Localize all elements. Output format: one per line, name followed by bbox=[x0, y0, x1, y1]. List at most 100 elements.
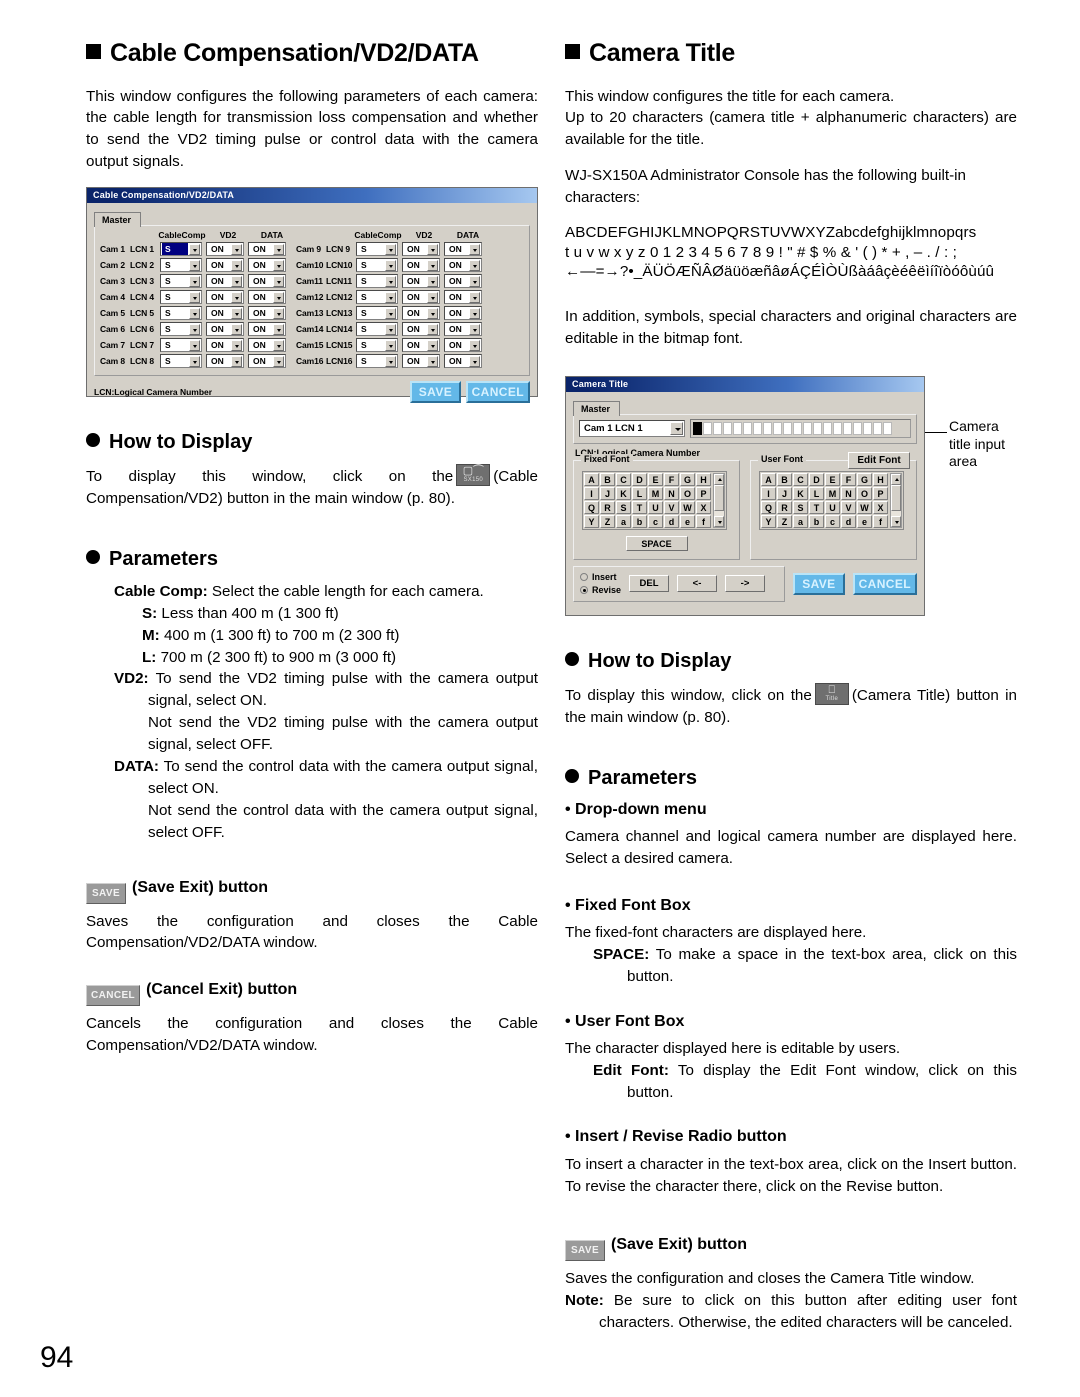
font-key[interactable]: W bbox=[680, 500, 695, 514]
chevron-down-icon[interactable] bbox=[231, 307, 242, 319]
font-key[interactable]: W bbox=[857, 500, 872, 514]
chevron-down-icon[interactable] bbox=[189, 307, 200, 319]
title-cell[interactable] bbox=[823, 421, 832, 435]
font-key[interactable]: P bbox=[696, 486, 711, 500]
font-key[interactable]: O bbox=[857, 486, 872, 500]
chevron-down-icon[interactable] bbox=[385, 259, 396, 271]
font-key[interactable]: A bbox=[584, 472, 599, 486]
chevron-down-icon[interactable] bbox=[469, 259, 480, 271]
dropdown[interactable]: S bbox=[160, 338, 202, 353]
dropdown[interactable]: ON bbox=[444, 242, 482, 257]
chevron-down-icon[interactable] bbox=[427, 355, 438, 367]
scroll-down-icon-2[interactable] bbox=[891, 515, 901, 527]
dropdown[interactable]: ON bbox=[206, 258, 244, 273]
title-cell[interactable] bbox=[693, 421, 702, 435]
chevron-down-icon[interactable] bbox=[385, 291, 396, 303]
chevron-down-icon[interactable] bbox=[231, 291, 242, 303]
scroll-thumb[interactable] bbox=[714, 484, 724, 511]
dropdown[interactable]: ON bbox=[444, 274, 482, 289]
dropdown[interactable]: ON bbox=[206, 354, 244, 369]
chevron-down-icon[interactable] bbox=[427, 259, 438, 271]
font-key[interactable]: L bbox=[632, 486, 647, 500]
title-cell[interactable] bbox=[763, 421, 772, 435]
font-key[interactable]: a bbox=[616, 514, 631, 528]
font-key[interactable]: O bbox=[680, 486, 695, 500]
cancel-button[interactable]: CANCEL bbox=[465, 381, 530, 404]
font-key[interactable]: e bbox=[680, 514, 695, 528]
chevron-down-icon[interactable] bbox=[273, 243, 284, 255]
fixed-font-keys[interactable]: ABCDEFGH IJKLMNOP QRSTUVWX YZabcdef bbox=[584, 472, 711, 528]
move-left-button[interactable]: <- bbox=[677, 575, 718, 593]
font-key[interactable]: U bbox=[825, 500, 840, 514]
dropdown[interactable]: ON bbox=[402, 338, 440, 353]
font-key[interactable]: d bbox=[841, 514, 856, 528]
dropdown[interactable]: ON bbox=[248, 242, 286, 257]
chevron-down-icon[interactable] bbox=[273, 307, 284, 319]
dropdown[interactable]: S bbox=[160, 354, 202, 369]
chevron-down-icon[interactable] bbox=[273, 323, 284, 335]
chevron-down-icon[interactable] bbox=[427, 275, 438, 287]
font-key[interactable]: f bbox=[696, 514, 711, 528]
font-key[interactable]: R bbox=[777, 500, 792, 514]
dropdown[interactable]: S bbox=[356, 290, 398, 305]
radio-insert[interactable]: Insert bbox=[580, 571, 621, 584]
title-cell[interactable] bbox=[873, 421, 882, 435]
dropdown[interactable]: S bbox=[160, 258, 202, 273]
chevron-down-icon[interactable] bbox=[469, 355, 480, 367]
dropdown[interactable]: S bbox=[356, 338, 398, 353]
font-key[interactable]: A bbox=[761, 472, 776, 486]
dropdown[interactable]: ON bbox=[248, 354, 286, 369]
camera-title-input-area[interactable] bbox=[690, 418, 911, 438]
dropdown[interactable]: S bbox=[160, 290, 202, 305]
dropdown[interactable]: ON bbox=[444, 354, 482, 369]
chevron-down-icon[interactable] bbox=[427, 339, 438, 351]
dropdown[interactable]: ON bbox=[444, 290, 482, 305]
title-cell[interactable] bbox=[783, 421, 792, 435]
dropdown[interactable]: ON bbox=[206, 338, 244, 353]
title-cell[interactable] bbox=[883, 421, 892, 435]
font-key[interactable]: S bbox=[616, 500, 631, 514]
dropdown[interactable]: ON bbox=[402, 322, 440, 337]
font-key[interactable]: Y bbox=[584, 514, 599, 528]
chevron-down-icon[interactable] bbox=[385, 339, 396, 351]
font-key[interactable]: F bbox=[664, 472, 679, 486]
font-key[interactable]: S bbox=[793, 500, 808, 514]
dropdown[interactable]: S bbox=[356, 322, 398, 337]
dropdown[interactable]: ON bbox=[248, 322, 286, 337]
font-key[interactable]: C bbox=[793, 472, 808, 486]
dropdown[interactable]: ON bbox=[444, 322, 482, 337]
chevron-down-icon[interactable] bbox=[189, 291, 200, 303]
font-key[interactable]: J bbox=[777, 486, 792, 500]
font-key[interactable]: T bbox=[632, 500, 647, 514]
dropdown[interactable]: ON bbox=[444, 338, 482, 353]
font-key[interactable]: Q bbox=[761, 500, 776, 514]
chevron-down-icon[interactable] bbox=[231, 339, 242, 351]
font-key[interactable]: U bbox=[648, 500, 663, 514]
dropdown[interactable]: ON bbox=[444, 258, 482, 273]
scroll-track[interactable] bbox=[714, 484, 724, 516]
font-key[interactable]: N bbox=[841, 486, 856, 500]
dropdown[interactable]: ON bbox=[402, 258, 440, 273]
dropdown[interactable]: ON bbox=[206, 306, 244, 321]
chevron-down-icon[interactable] bbox=[273, 355, 284, 367]
font-key[interactable]: Q bbox=[584, 500, 599, 514]
chevron-down-icon[interactable] bbox=[469, 243, 480, 255]
chevron-down-icon[interactable] bbox=[469, 291, 480, 303]
chevron-down-icon[interactable] bbox=[189, 323, 200, 335]
font-key[interactable]: E bbox=[648, 472, 663, 486]
chevron-down-icon[interactable] bbox=[427, 291, 438, 303]
title-cell[interactable] bbox=[733, 421, 742, 435]
title-cell[interactable] bbox=[723, 421, 732, 435]
font-key[interactable]: H bbox=[873, 472, 888, 486]
chevron-down-icon[interactable] bbox=[385, 355, 396, 367]
font-key[interactable]: I bbox=[584, 486, 599, 500]
chevron-down-icon[interactable] bbox=[189, 243, 200, 255]
title-cell[interactable] bbox=[843, 421, 852, 435]
chevron-down-icon[interactable] bbox=[273, 275, 284, 287]
user-font-scrollbar[interactable] bbox=[890, 472, 902, 528]
radio-icon-insert[interactable] bbox=[580, 573, 588, 582]
dropdown[interactable]: S bbox=[160, 274, 202, 289]
edit-font-button[interactable]: Edit Font bbox=[848, 451, 910, 469]
font-key[interactable]: D bbox=[632, 472, 647, 486]
title-cell[interactable] bbox=[803, 421, 812, 435]
